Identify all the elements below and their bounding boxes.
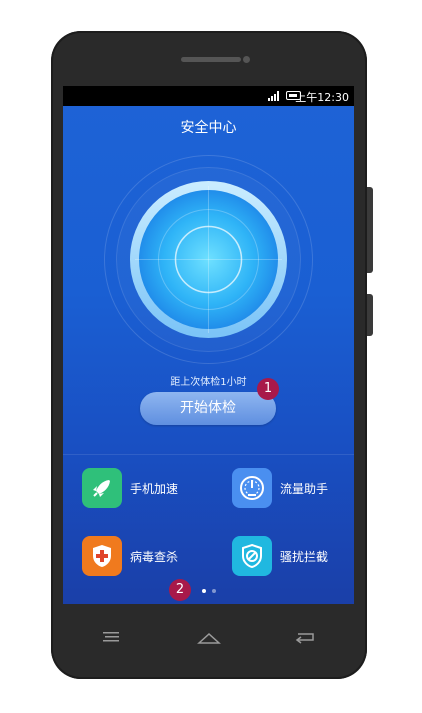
back-icon[interactable]: [290, 625, 320, 649]
page-title: 安全中心: [180, 120, 237, 136]
front-camera: [243, 56, 250, 63]
signal-icon: [268, 91, 279, 101]
feature-label: 流量助手: [280, 482, 329, 496]
last-check-text: 距上次体检1小时: [170, 377, 247, 388]
home-icon[interactable]: [194, 625, 224, 649]
earpiece-speaker: [181, 57, 241, 62]
feature-virus-scan[interactable]: 病毒查杀: [82, 536, 192, 576]
annotation-marker-1: 1: [257, 378, 279, 400]
screen: 上午12:30 安全中心 距上次体检1小时 开始体检 手机加速 流量助手 病毒查…: [63, 86, 354, 604]
feature-label: 手机加速: [130, 482, 179, 496]
block-shield-icon: [232, 536, 272, 576]
feature-harassment-block[interactable]: 骚扰拦截: [232, 536, 342, 576]
feature-data-assistant[interactable]: 流量助手: [232, 468, 342, 508]
status-bar: 上午12:30: [63, 86, 354, 106]
feature-label: 病毒查杀: [130, 550, 179, 564]
menu-icon[interactable]: [97, 625, 127, 649]
power-button: [367, 294, 373, 336]
feature-label: 骚扰拦截: [280, 550, 329, 564]
divider: [63, 454, 354, 455]
page-dot-active[interactable]: [202, 589, 206, 593]
shield-cross-icon: [82, 536, 122, 576]
start-check-button[interactable]: 开始体检: [140, 392, 276, 425]
scan-radar[interactable]: [99, 150, 318, 369]
speedometer-icon: [232, 468, 272, 508]
volume-button: [367, 187, 373, 273]
status-time: 上午12:30: [295, 91, 349, 104]
page-dot[interactable]: [212, 589, 216, 593]
annotation-marker-2: 2: [169, 579, 191, 601]
feature-phone-boost[interactable]: 手机加速: [82, 468, 192, 508]
rocket-icon: [82, 468, 122, 508]
